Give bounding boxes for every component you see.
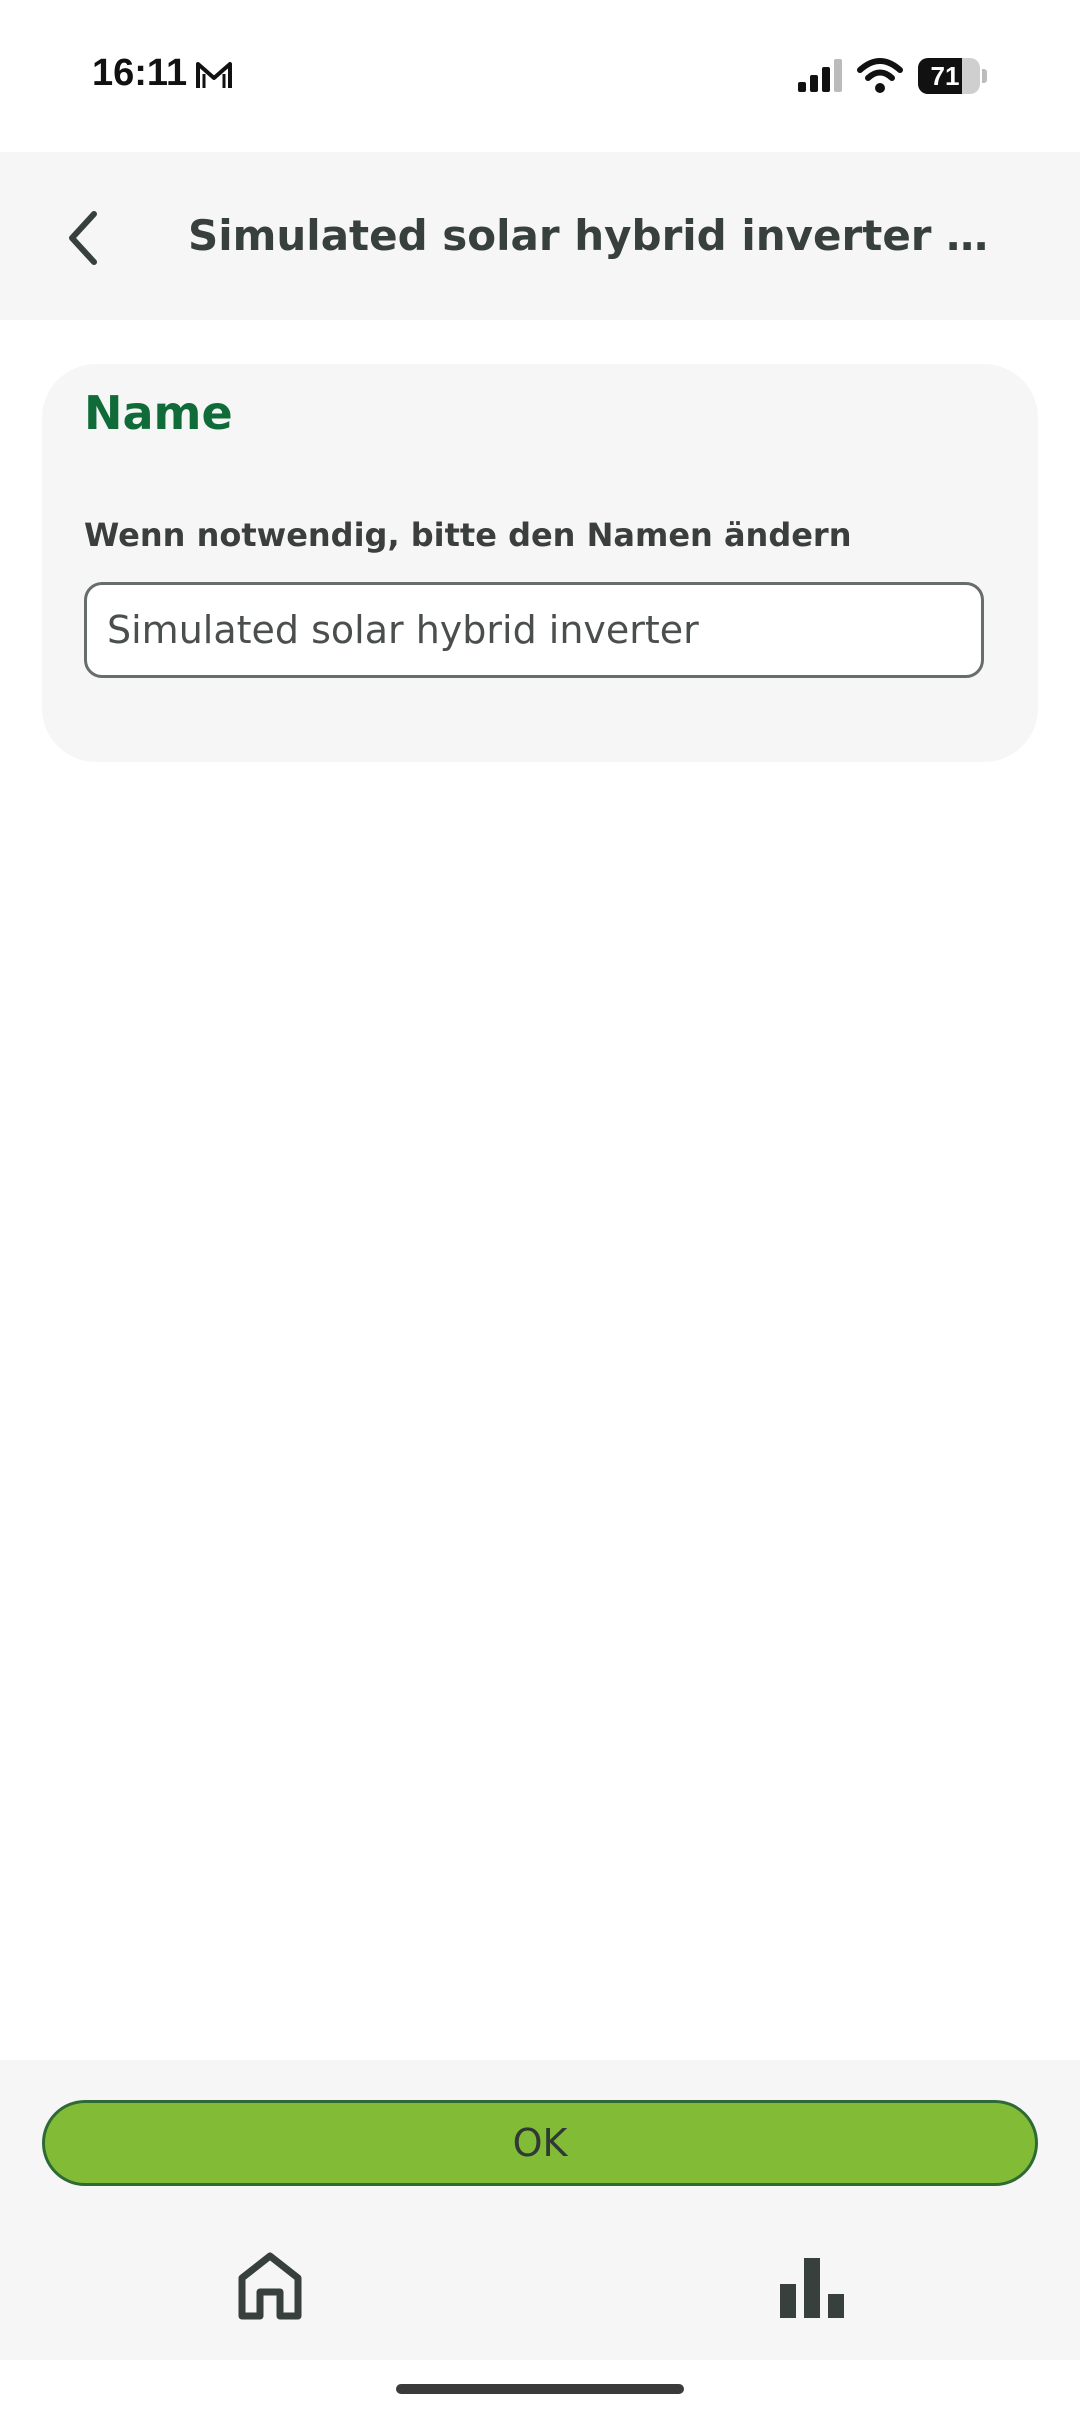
- wifi-icon: [856, 56, 904, 94]
- battery-body: 71: [918, 58, 980, 94]
- battery-icon: 71: [918, 58, 988, 94]
- bar-chart-icon: [780, 2258, 844, 2318]
- battery-level: 71: [930, 61, 960, 91]
- page-title: Simulated solar hybrid inverter ei…: [188, 211, 998, 260]
- status-bar: 16:11 71: [0, 0, 1080, 152]
- card-title: Name: [84, 386, 233, 440]
- home-icon: [238, 2252, 302, 2320]
- name-field-label: Wenn notwendig, bitte den Namen ändern: [84, 516, 852, 554]
- home-indicator: [396, 2384, 684, 2394]
- back-button[interactable]: [40, 188, 136, 284]
- ok-button[interactable]: OK: [42, 2100, 1038, 2186]
- app-header: Simulated solar hybrid inverter ei…: [0, 152, 1080, 320]
- signal-icon: [796, 58, 844, 94]
- name-input[interactable]: [84, 582, 984, 678]
- name-card: Name Wenn notwendig, bitte den Namen änd…: [42, 364, 1038, 762]
- mail-icon: [194, 58, 234, 92]
- chevron-left-icon: [69, 211, 97, 265]
- nav-stats-button[interactable]: [774, 2248, 850, 2324]
- battery-cap: [982, 69, 987, 83]
- nav-home-button[interactable]: [232, 2248, 308, 2324]
- bottom-area: OK: [0, 2060, 1080, 2360]
- status-time: 16:11: [92, 52, 188, 94]
